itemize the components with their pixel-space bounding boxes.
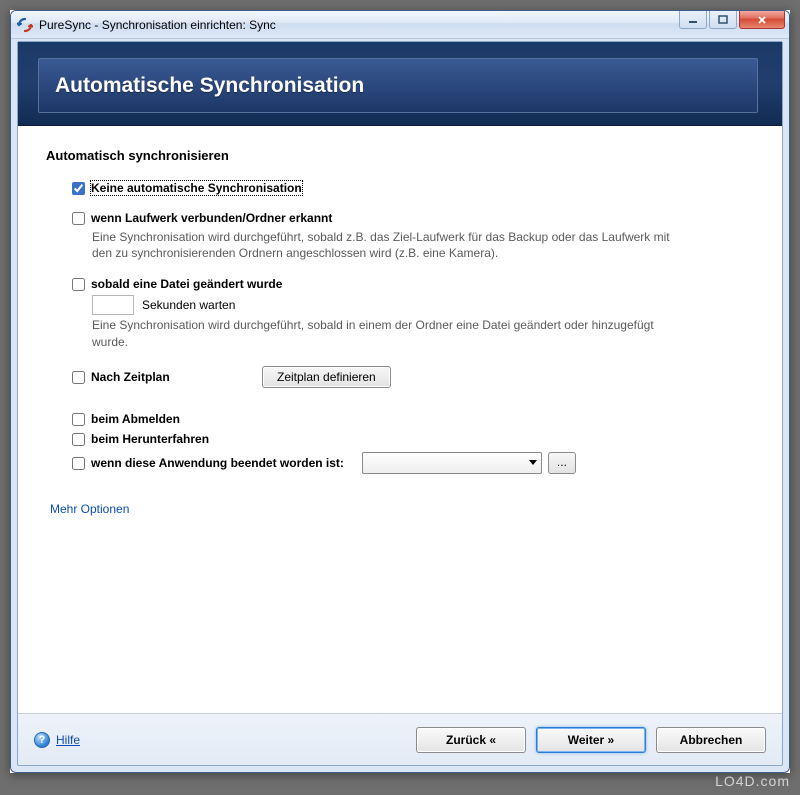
checkbox-no-auto-sync[interactable] — [72, 182, 85, 195]
next-button[interactable]: Weiter » — [536, 727, 646, 753]
banner-inner: Automatische Synchronisation — [38, 58, 758, 113]
footer: ? Hilfe Zurück « Weiter » Abbrechen — [18, 713, 782, 765]
client-area: Automatische Synchronisation Automatisch… — [17, 41, 783, 766]
banner: Automatische Synchronisation — [18, 42, 782, 126]
label-no-auto-sync[interactable]: Keine automatische Synchronisation — [91, 181, 302, 195]
more-options-link[interactable]: Mehr Optionen — [50, 502, 129, 516]
back-button[interactable]: Zurück « — [416, 727, 526, 753]
checkbox-shutdown[interactable] — [72, 433, 85, 446]
banner-title: Automatische Synchronisation — [55, 74, 364, 98]
help-icon: ? — [34, 732, 50, 748]
label-schedule[interactable]: Nach Zeitplan — [91, 370, 170, 384]
define-schedule-button[interactable]: Zeitplan definieren — [262, 366, 391, 388]
label-shutdown[interactable]: beim Herunterfahren — [91, 432, 209, 446]
checkbox-drive-connected[interactable] — [72, 212, 85, 225]
seconds-label: Sekunden warten — [142, 298, 235, 312]
close-button[interactable] — [739, 11, 785, 29]
desc-file-changed: Eine Synchronisation wird durchgeführt, … — [92, 317, 692, 349]
watermark: LO4D.com — [715, 773, 790, 789]
seconds-input[interactable] — [92, 295, 134, 315]
label-logoff[interactable]: beim Abmelden — [91, 412, 180, 426]
window-title: PureSync - Synchronisation einrichten: S… — [39, 18, 276, 32]
maximize-button[interactable] — [709, 11, 737, 29]
minimize-button[interactable] — [679, 11, 707, 29]
app-dropdown[interactable] — [362, 452, 542, 474]
cancel-button[interactable]: Abbrechen — [656, 727, 766, 753]
body: Automatisch synchronisieren Keine automa… — [18, 126, 782, 713]
chevron-down-icon — [529, 460, 537, 465]
label-app-exit[interactable]: wenn diese Anwendung beendet worden ist: — [91, 456, 344, 470]
help-link[interactable]: Hilfe — [56, 733, 80, 747]
checkbox-logoff[interactable] — [72, 413, 85, 426]
titlebar: PureSync - Synchronisation einrichten: S… — [11, 11, 789, 39]
section-heading: Automatisch synchronisieren — [46, 148, 754, 163]
checkbox-app-exit[interactable] — [72, 457, 85, 470]
desc-drive-connected: Eine Synchronisation wird durchgeführt, … — [92, 229, 692, 261]
checkbox-schedule[interactable] — [72, 371, 85, 384]
window-controls — [677, 11, 785, 29]
checkbox-file-changed[interactable] — [72, 278, 85, 291]
browse-button[interactable]: ... — [548, 452, 576, 474]
app-icon — [17, 17, 33, 33]
label-file-changed[interactable]: sobald eine Datei geändert wurde — [91, 277, 282, 291]
window: PureSync - Synchronisation einrichten: S… — [10, 10, 790, 773]
label-drive-connected[interactable]: wenn Laufwerk verbunden/Ordner erkannt — [91, 211, 332, 225]
